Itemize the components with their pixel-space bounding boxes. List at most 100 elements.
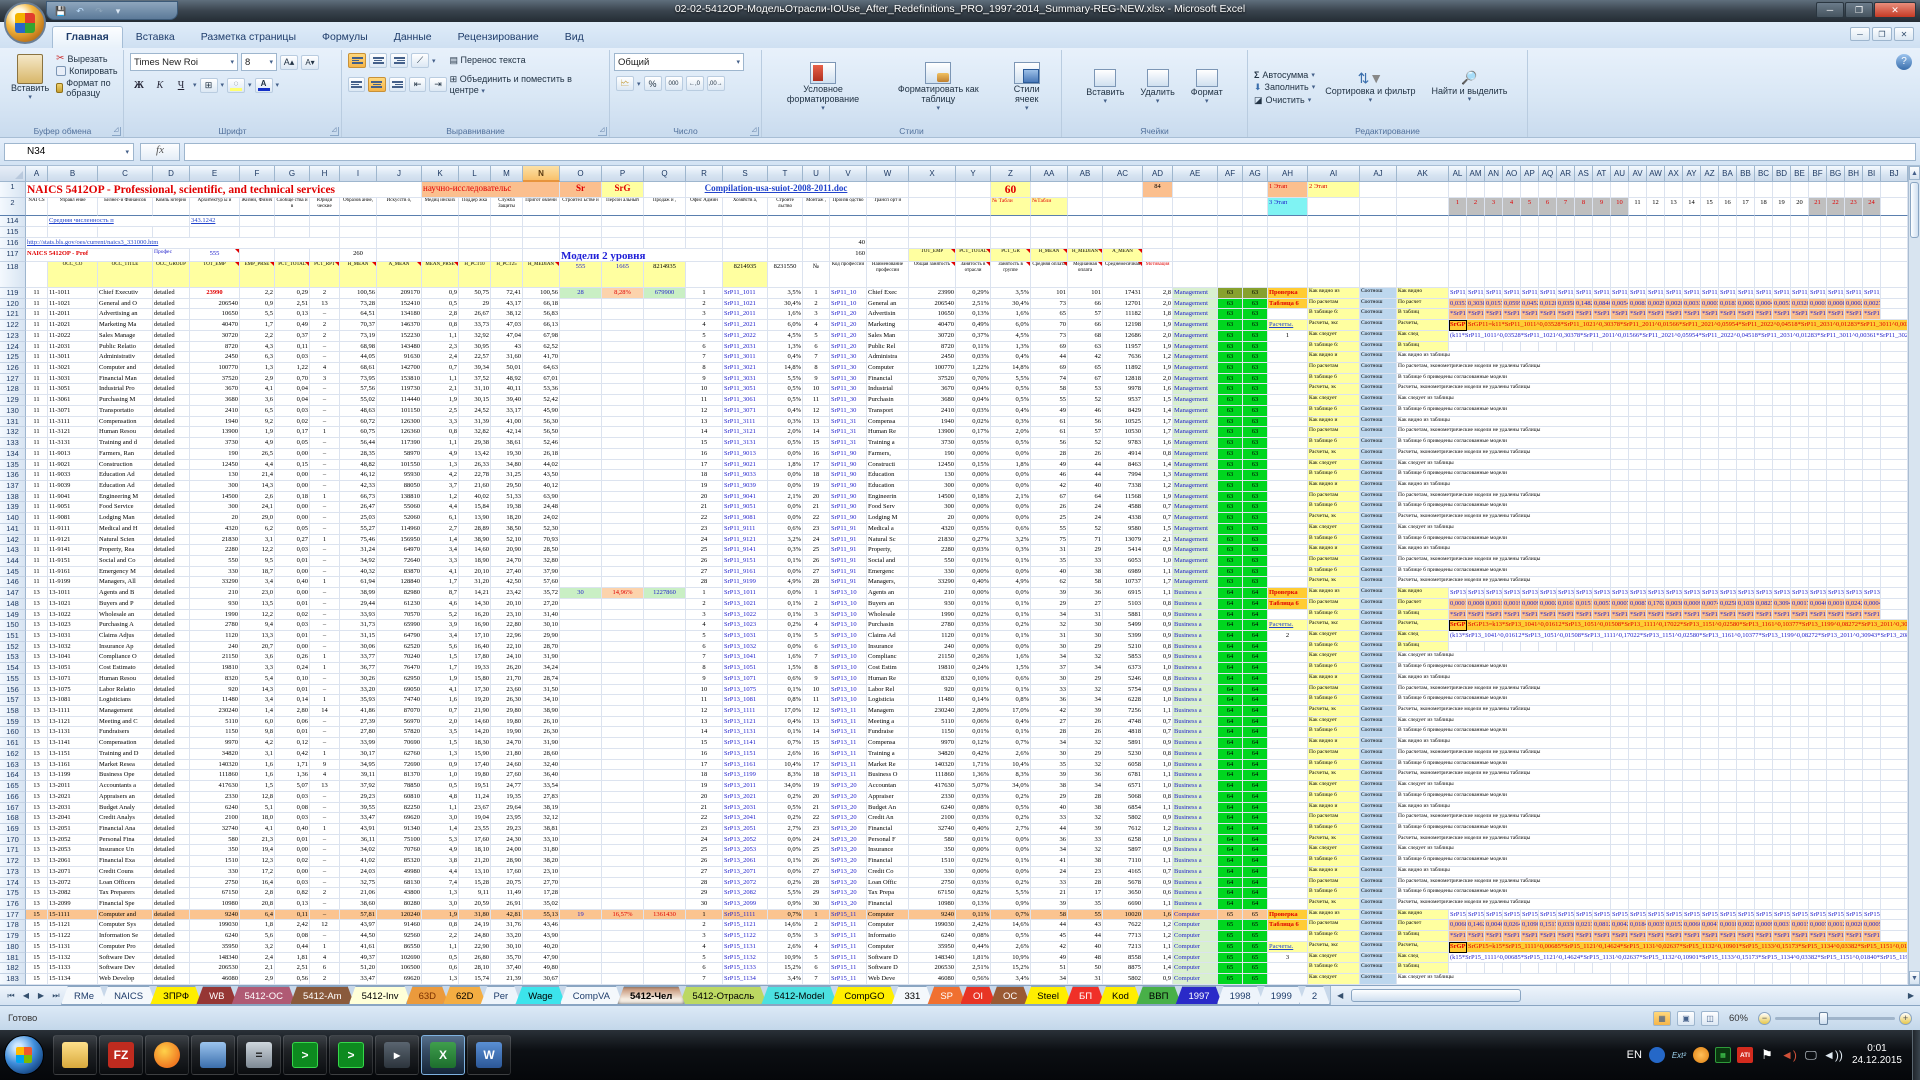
cell-AX163[interactable]: [1665, 760, 1683, 771]
cell-BJ173[interactable]: [1881, 867, 1908, 878]
cell-AD181[interactable]: 1,4: [1143, 953, 1173, 964]
cell-Y164[interactable]: 1,36%: [956, 770, 991, 781]
cell-BE146[interactable]: [1791, 577, 1809, 588]
column-header-BH[interactable]: BH: [1845, 166, 1863, 182]
cell-B134[interactable]: 11-9013: [48, 449, 98, 460]
cell-K2[interactable]: Медиц инских: [422, 198, 459, 216]
cell-U131[interactable]: 13: [803, 417, 830, 428]
cell-U128[interactable]: 10: [803, 384, 830, 395]
cell-BJ161[interactable]: [1881, 738, 1908, 749]
cell-AL123[interactable]: (k11*SrP11_1011^0,03528*SrP11_1021^0,303…: [1449, 331, 1908, 342]
cell-I169[interactable]: 43,91: [340, 824, 377, 835]
first-sheet-icon[interactable]: ⏮: [4, 991, 18, 1001]
cell-AF134[interactable]: 63: [1218, 449, 1243, 460]
cell-AA135[interactable]: 49: [1031, 460, 1068, 471]
cell-BI121[interactable]: *SrP11_9141: [1863, 309, 1881, 320]
cell-AF175[interactable]: 64: [1218, 888, 1243, 899]
cell-N138[interactable]: 63,90: [523, 492, 560, 503]
cell-J171[interactable]: 70760: [377, 845, 422, 856]
align-top-icon[interactable]: [348, 53, 366, 68]
cell-AG162[interactable]: 64: [1243, 749, 1268, 760]
cell-A136[interactable]: 11: [26, 470, 48, 481]
cell-AI165[interactable]: Как следует: [1308, 781, 1360, 792]
cell-X126[interactable]: 100770: [909, 363, 956, 374]
cell-BF173[interactable]: [1809, 867, 1827, 878]
sheet-tab-63D[interactable]: 63D: [406, 986, 449, 1005]
cell-Y166[interactable]: 0,03%: [956, 792, 991, 803]
cell-X173[interactable]: 330: [909, 867, 956, 878]
cell-G122[interactable]: 0,49: [275, 320, 310, 331]
cell-BD177[interactable]: SrP15_2099: [1773, 910, 1791, 921]
cell-V160[interactable]: SrP13_11: [830, 727, 867, 738]
cell-BB139[interactable]: [1737, 502, 1755, 513]
view-normal-icon[interactable]: ▦: [1653, 1011, 1671, 1026]
cell-BG178[interactable]: 0,0012: [1827, 920, 1845, 931]
cell-T156[interactable]: 0,1%: [768, 685, 803, 696]
cell-BG173[interactable]: [1827, 867, 1845, 878]
cell-AX173[interactable]: [1665, 867, 1683, 878]
cell-AK157[interactable]: В таблице 6 приведены согласованные моде…: [1397, 695, 1611, 706]
cell-P183[interactable]: [602, 974, 644, 985]
cell-AW146[interactable]: [1647, 577, 1665, 588]
cell-AA179[interactable]: 45: [1031, 931, 1068, 942]
cell-AJ137[interactable]: Соотнош: [1360, 481, 1397, 492]
cell-I158[interactable]: 41,86: [340, 706, 377, 717]
cell-T137[interactable]: 0,0%: [768, 481, 803, 492]
row-header-117[interactable]: 117: [0, 249, 26, 262]
cell-M115[interactable]: [491, 227, 523, 238]
column-header-AK[interactable]: AK: [1397, 166, 1449, 182]
cell-W127[interactable]: Financial: [867, 374, 909, 385]
cell-AW116[interactable]: [1647, 238, 1665, 249]
cell-AA1[interactable]: [1031, 182, 1068, 198]
cell-R137[interactable]: 19: [686, 481, 723, 492]
cell-AX167[interactable]: [1665, 803, 1683, 814]
cell-BF117[interactable]: [1809, 249, 1827, 262]
cell-AC126[interactable]: 11892: [1103, 363, 1143, 374]
cell-AY146[interactable]: [1683, 577, 1701, 588]
cell-Y167[interactable]: 0,08%: [956, 803, 991, 814]
cell-K161[interactable]: 1,5: [422, 738, 459, 749]
cell-Y158[interactable]: 2,80%: [956, 706, 991, 717]
cell-G158[interactable]: 2,80: [275, 706, 310, 717]
row-header-167[interactable]: 167: [0, 803, 26, 814]
cell-J120[interactable]: 152410: [377, 299, 422, 310]
cell-BI173[interactable]: [1863, 867, 1881, 878]
cell-AJ118[interactable]: [1360, 262, 1397, 288]
cell-L154[interactable]: 19,33: [459, 663, 491, 674]
cell-O151[interactable]: [560, 631, 602, 642]
cell-J131[interactable]: 126300: [377, 417, 422, 428]
cell-AI137[interactable]: Как видно и: [1308, 481, 1360, 492]
cell-AB143[interactable]: 29: [1068, 545, 1103, 556]
cell-M170[interactable]: 24,30: [491, 835, 523, 846]
cell-AY131[interactable]: [1683, 417, 1701, 428]
cell-O171[interactable]: [560, 845, 602, 856]
cell-H132[interactable]: 1: [310, 427, 340, 438]
cell-R183[interactable]: 7: [686, 974, 723, 985]
cell-R134[interactable]: 16: [686, 449, 723, 460]
cell-AB160[interactable]: 26: [1068, 727, 1103, 738]
cell-O145[interactable]: [560, 567, 602, 578]
column-header-AN[interactable]: AN: [1485, 166, 1503, 182]
cell-AC119[interactable]: 17431: [1103, 288, 1143, 299]
cell-BG164[interactable]: [1827, 770, 1845, 781]
cell-G136[interactable]: 0,00: [275, 470, 310, 481]
cell-B175[interactable]: 13-2082: [48, 888, 98, 899]
cell-BI179[interactable]: *SrP15_4012: [1863, 931, 1881, 942]
cell-BA125[interactable]: [1719, 352, 1737, 363]
row-header-116[interactable]: 116: [0, 238, 26, 249]
cell-AU131[interactable]: [1611, 417, 1629, 428]
cell-AX120[interactable]: 0,0020: [1665, 299, 1683, 310]
cell-I152[interactable]: 30,06: [340, 642, 377, 653]
cell-K126[interactable]: 0,7: [422, 363, 459, 374]
cell-S137[interactable]: SrP11_9039: [723, 481, 768, 492]
cell-AJ171[interactable]: Соотнош: [1360, 845, 1397, 856]
cell-AC149[interactable]: 5881: [1103, 610, 1143, 621]
cell-Y183[interactable]: 0,56%: [956, 974, 991, 985]
cell-Z119[interactable]: 3,5%: [991, 288, 1031, 299]
cell-AJ2[interactable]: [1360, 198, 1397, 216]
cell-K138[interactable]: 1,2: [422, 492, 459, 503]
cell-AN152[interactable]: [1485, 642, 1503, 653]
cell-AQ114[interactable]: [1539, 216, 1557, 227]
cell-W131[interactable]: Compensa: [867, 417, 909, 428]
cell-AX176[interactable]: [1665, 899, 1683, 910]
